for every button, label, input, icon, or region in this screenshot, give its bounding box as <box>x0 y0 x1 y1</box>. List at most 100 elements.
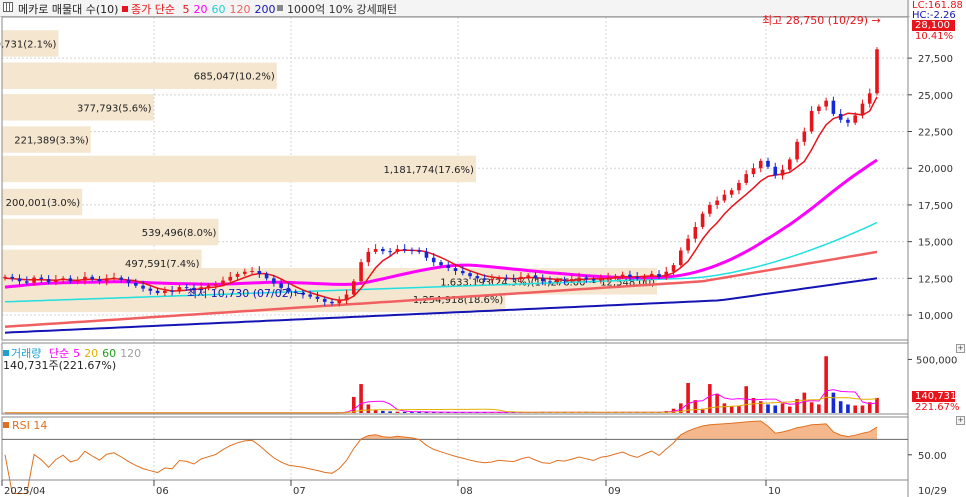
scroll-up-button[interactable]: + <box>956 344 965 353</box>
candle-body <box>119 277 124 280</box>
profile-bar-label: 140,731(2.1%) <box>0 39 57 50</box>
candle-body <box>344 294 349 301</box>
profile-bar-label: 539,496(8.0%) <box>142 228 217 239</box>
volume-bar <box>817 404 821 413</box>
candle-body <box>170 290 174 292</box>
rsi-tick-label: 50.00 <box>918 451 947 462</box>
candle-body <box>177 287 182 292</box>
candle-body <box>649 273 654 277</box>
candle-body <box>802 131 807 142</box>
candle-body <box>700 213 705 227</box>
time-tick-label: 10/29 <box>918 486 947 497</box>
profile-bar-label: 200,001(3.0%) <box>6 198 81 209</box>
candle-body <box>461 270 465 274</box>
candle-body <box>250 270 254 272</box>
candle-body <box>126 279 131 283</box>
volume-subtitle: 140,731주(221.67%) <box>3 359 117 372</box>
price-tick-label: 10,000 <box>918 311 953 322</box>
volume-profile: 140,731(2.1%) 685,047(10.2%) 377,793(5.6%)… <box>0 30 657 313</box>
candle-body <box>548 281 552 283</box>
time-tick-label: 10 <box>768 486 781 497</box>
candle-body <box>540 278 545 282</box>
candle-body <box>235 273 240 277</box>
profile-bar-label: 685,047(10.2%) <box>194 72 275 83</box>
candle-body <box>221 280 225 285</box>
volume-bar <box>853 405 857 413</box>
candle-body <box>446 265 451 269</box>
volume-ma-period-120: 120 <box>120 347 142 360</box>
volume-bar <box>860 405 865 413</box>
candle-body <box>163 290 167 294</box>
candle-body <box>148 288 153 291</box>
scroll-down-button[interactable]: + <box>956 416 965 425</box>
candle-body <box>54 279 58 283</box>
price-tick-label: 20,000 <box>918 164 953 175</box>
rsi-legend: RSI 14 <box>3 419 47 432</box>
candle-body <box>824 100 828 107</box>
low-annotation: 최저 10,730 (07/02) → <box>187 287 306 300</box>
volume-bar <box>359 384 363 413</box>
candle-body <box>526 275 530 277</box>
candle-body <box>381 248 385 252</box>
candle-body <box>61 278 65 280</box>
time-tick-label: 2025/04 <box>4 486 46 497</box>
price-tick-label: 15,000 <box>918 238 953 249</box>
volume-bar <box>737 405 741 413</box>
candle-body <box>395 248 400 252</box>
volume-bar <box>875 397 879 413</box>
profile-bar-label: 377,793(5.6%) <box>77 103 152 114</box>
candle-body <box>243 271 247 274</box>
candle-body <box>439 262 443 266</box>
candle-body <box>482 278 487 280</box>
candle-body <box>424 251 429 258</box>
candle-body <box>838 113 843 120</box>
volume-bar <box>766 404 770 413</box>
volume-bar <box>715 393 719 413</box>
time-tick-label: 08 <box>460 486 473 497</box>
candle-body <box>788 159 792 170</box>
candle-body <box>388 251 392 253</box>
candle-body <box>112 277 116 279</box>
candle-body <box>635 276 639 279</box>
candle-body <box>657 273 661 277</box>
volume-bar <box>809 402 814 413</box>
candle-body <box>860 103 865 116</box>
candle-body <box>10 276 15 279</box>
candle-body <box>722 194 727 201</box>
volume-bar <box>722 403 727 413</box>
candle-body <box>141 285 145 289</box>
volume-bar <box>366 404 371 413</box>
profile-bar-label: 1,181,774(17.6%) <box>383 165 474 176</box>
candle-body <box>417 250 421 252</box>
candle-body <box>68 278 73 282</box>
volume-bar <box>686 383 690 413</box>
candle-body <box>519 276 523 280</box>
volume-bar <box>402 411 407 413</box>
candle-body <box>315 296 320 299</box>
high-annotation: 최고 28,750 (10/29) → <box>762 14 881 27</box>
candle-body <box>272 278 276 284</box>
volume-bar <box>846 404 850 413</box>
candle-body <box>373 248 378 252</box>
candle-body <box>453 268 458 271</box>
candle-body <box>475 276 480 279</box>
candle-body <box>97 279 102 282</box>
volume-badge-value: 140,731 <box>912 391 956 402</box>
candle-body <box>642 276 647 279</box>
candle-body <box>511 278 516 280</box>
candle-body <box>228 276 233 281</box>
candle-body <box>751 168 756 175</box>
candle-body <box>308 294 312 297</box>
volume-bar <box>729 406 734 413</box>
change-percent: 10.41% <box>915 31 954 42</box>
candle-body <box>584 277 589 280</box>
candle-body <box>664 271 669 277</box>
candle-body <box>577 277 581 280</box>
candle-body <box>352 281 356 295</box>
candle-body <box>620 274 625 277</box>
candle-body <box>490 279 494 281</box>
candle-body <box>809 110 814 132</box>
time-tick-label: 06 <box>156 486 169 497</box>
chart-canvas: 140,731(2.1%) 685,047(10.2%) 377,793(5.6%)… <box>0 0 957 497</box>
volume-bars <box>3 356 879 414</box>
